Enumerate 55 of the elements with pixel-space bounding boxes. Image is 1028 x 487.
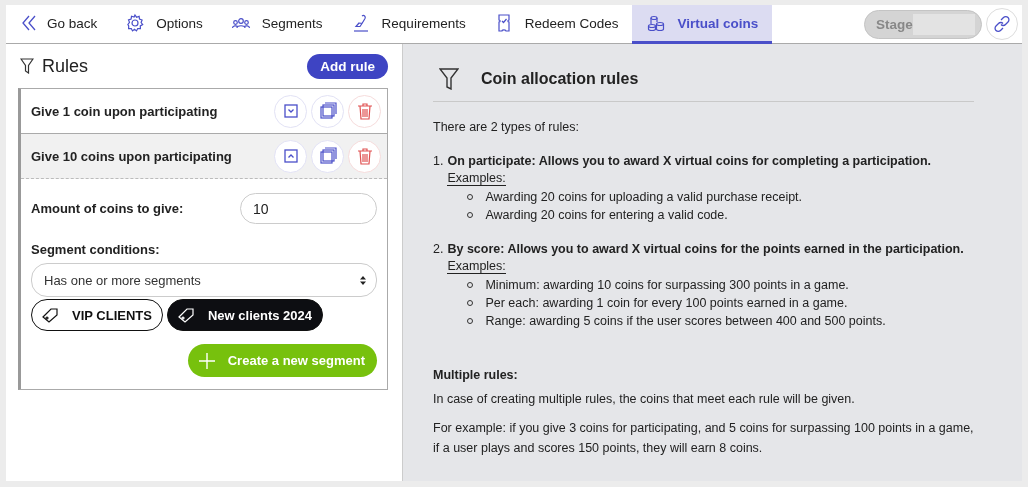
link-button[interactable] [986,8,1018,40]
example-text: Minimum: awarding 10 coins for surpassing 300 points in a game. [485,278,849,292]
rule-type-title: On participate: Allows you to award X virtual coins for completing a participation. [447,154,932,168]
rule-type-title: By score: Allows you to award X virtual coins for the points earned in the participation. [447,242,964,256]
segment-condition-select[interactable]: Has one or more segments [31,263,377,297]
segment-chip[interactable]: New clients 2024 [166,299,323,331]
intro-text: There are 2 types of rules: [433,120,580,134]
collapse-icon [283,149,298,163]
sort-arrows-icon [360,275,366,285]
examples-label: Examples: [447,171,506,186]
field-label: Amount of coins to give: [31,201,184,216]
panel-title: Rules [42,55,89,77]
trash-icon [355,147,374,165]
copy-icon [318,147,337,165]
tag-icon [42,307,60,323]
field-label: Segment conditions: [31,242,161,257]
copy-icon [318,102,337,120]
filter-icon [20,58,34,74]
back-icon [22,15,36,31]
toggle-button[interactable] [274,94,307,128]
example-text: Awarding 20 coins for entering a valid code. [485,208,728,222]
coins-icon [646,13,667,33]
examples-label: Examples: [447,259,506,274]
plus-icon [197,351,216,370]
list-number: 1. [433,154,444,170]
rule-row[interactable]: Give 10 coins upon participating [21,134,387,179]
tag-icon [177,307,196,323]
back-link[interactable]: Go back [18,5,112,44]
subsection-title: Multiple rules: [433,368,519,382]
trash-icon [355,102,374,120]
nav-tab[interactable]: Virtual coins [632,5,773,44]
paragraph: For example: if you give 3 coins for participating, and 5 coins for surpassing 100 points in a game, if a user plays and scores 150 points, they will earn 8 coins. [433,420,974,457]
list-number: 2. [433,242,444,258]
segment-chip[interactable]: VIP CLIENTS [31,299,163,331]
delete-button[interactable] [348,139,381,173]
rule-title: Give 10 coins upon participating [31,148,233,164]
filter-icon [439,67,459,90]
section-title: Coin allocation rules [481,69,639,88]
nav-tab[interactable]: Requirements [336,5,480,44]
duplicate-button[interactable] [311,139,344,173]
nav-tab[interactable]: Redeem Codes [479,5,633,44]
link-icon [993,15,1011,33]
example-text: Awarding 20 coins for uploading a valid purchase receipt. [485,190,803,204]
example-text: Per each: awarding 1 coin for every 100 points earned in a game. [485,296,848,310]
paragraph: In case of creating multiple rules, the coins that meet each rule will be given. [433,391,856,408]
delete-button[interactable] [348,94,381,128]
rule-title: Give 1 coin upon participating [31,103,219,119]
nav-tab[interactable]: Segments [216,5,337,44]
nav-tab[interactable]: Options [111,5,217,44]
duplicate-button[interactable] [311,94,344,128]
expand-icon [283,104,298,118]
add-rule-button[interactable]: Add rule [307,53,388,79]
example-text: Range: awarding 5 coins if the user scores between 400 and 500 points. [485,314,886,328]
toggle-button[interactable] [274,139,307,173]
gear-icon [125,13,146,33]
